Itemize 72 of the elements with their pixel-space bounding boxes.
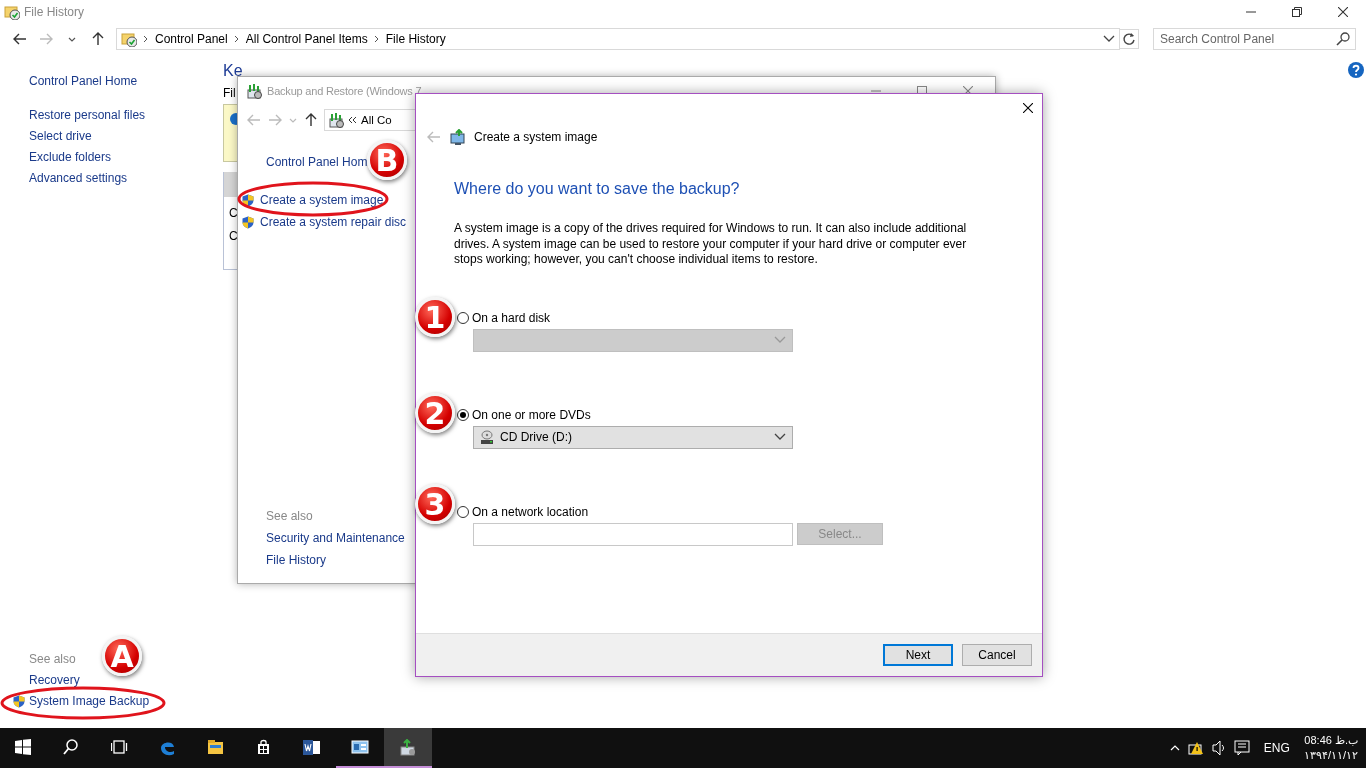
language-indicator[interactable]: ENG	[1257, 741, 1296, 755]
document-icon	[303, 738, 321, 756]
shield-icon	[13, 694, 25, 708]
breadcrumb-item[interactable]: File History	[385, 32, 446, 46]
backup-icon	[399, 738, 417, 756]
forward-icon	[38, 31, 54, 47]
file-history-icon	[4, 4, 20, 20]
dialog-button[interactable]: Next	[883, 644, 953, 666]
folder-icon	[207, 738, 225, 756]
chevron-icon	[143, 35, 149, 43]
disc-drive-icon	[480, 429, 494, 445]
sidebar-link[interactable]: Exclude folders	[29, 150, 223, 164]
close-icon	[1338, 7, 1348, 17]
breadcrumb-item[interactable]: Control Panel	[155, 32, 228, 46]
radio-button[interactable]: On one or more DVDs	[457, 407, 591, 422]
help-icon[interactable]	[1348, 62, 1364, 78]
breadcrumb-item[interactable]: All Control Panel Items	[245, 32, 368, 46]
see-also-heading: See also	[28, 652, 76, 666]
up-icon	[90, 31, 106, 47]
windows-logo-icon	[15, 738, 33, 756]
backup-icon	[246, 83, 262, 99]
sidebar-link[interactable]: Select drive	[29, 129, 223, 143]
search-icon	[63, 738, 81, 756]
page-heading: Ke	[223, 62, 243, 80]
shield-icon	[242, 215, 254, 229]
sidebar-link[interactable]: Control Panel Hom	[266, 155, 368, 169]
shield-icon	[242, 193, 254, 207]
address-bar[interactable]: Control Panel All Control Panel Items File History	[116, 28, 1120, 50]
taskbar-backup-button[interactable]	[384, 728, 432, 768]
search-icon	[1336, 32, 1350, 46]
notification-icon[interactable]	[1233, 740, 1250, 756]
dropdown[interactable]: CD Drive (D:)	[473, 425, 793, 449]
clock-date[interactable]: ۱۳۹۴/۱۱/۱۲	[1303, 748, 1358, 763]
dialog-button[interactable]: Cancel	[962, 644, 1032, 666]
network-warning-icon[interactable]	[1187, 741, 1204, 755]
close-icon	[1023, 103, 1033, 113]
sidebar-link[interactable]: Control Panel Home	[29, 74, 223, 88]
sidebar-link[interactable]: Recovery	[29, 673, 80, 687]
sidebar-link[interactable]: Create a system repair disc	[260, 215, 407, 229]
control-panel-icon	[351, 738, 369, 756]
panel-text: C	[228, 229, 239, 243]
step-marker: A	[102, 636, 142, 676]
window-title: File History	[24, 5, 84, 19]
clock-time[interactable]: 08:46 ب.ظ	[1304, 733, 1358, 748]
restore-icon	[1292, 7, 1302, 17]
chevron-icon	[233, 35, 240, 43]
sidebar-link[interactable]: Advanced settings	[29, 171, 223, 185]
dialog-title: Create a system image	[474, 130, 598, 144]
chevron-up-icon[interactable]	[1169, 744, 1180, 752]
up-icon[interactable]	[303, 112, 319, 128]
back-icon	[12, 31, 28, 47]
volume-icon[interactable]	[1211, 740, 1226, 756]
task-view-icon	[111, 738, 129, 756]
backup-icon	[328, 112, 344, 128]
see-also-heading: See also	[266, 509, 314, 523]
refresh-button[interactable]	[1119, 29, 1139, 49]
dropdown-icon[interactable]	[1103, 35, 1115, 43]
sidebar-link[interactable]: Restore personal files	[29, 108, 223, 122]
chevron-down-icon	[774, 433, 786, 441]
computer-icon	[450, 128, 466, 146]
double-chevron-icon	[348, 116, 357, 124]
search-field[interactable]: Search Control Panel	[1153, 28, 1356, 50]
panel-text: C	[228, 206, 239, 220]
page-text: Fil	[223, 86, 236, 100]
breadcrumb-item[interactable]: All Co	[361, 114, 392, 126]
file-history-icon	[121, 31, 137, 47]
path-field[interactable]	[473, 522, 793, 546]
description-text: A system image is a copy of the drives required for Windows to run. It can also include additional drives. A system image can be used to restore your computer if your hard drive or computer ever stops working; however, you can't choose individual items to restore.	[454, 221, 968, 268]
chevron-icon	[373, 35, 380, 43]
chevron-down-icon	[774, 336, 786, 344]
dialog-heading: Where do you want to save the backup?	[454, 180, 741, 198]
refresh-icon	[1122, 32, 1136, 46]
